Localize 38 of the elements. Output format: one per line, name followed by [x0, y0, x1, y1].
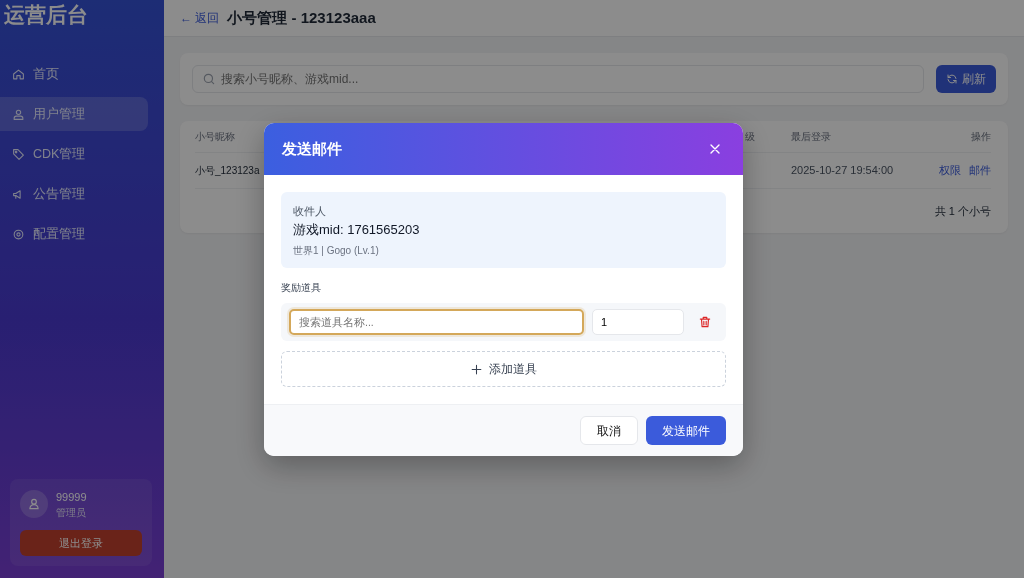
- item-name-field[interactable]: 搜索道具名称...: [289, 309, 584, 336]
- section-label: 奖励道具: [281, 281, 322, 296]
- dialog-title: 发送邮件: [282, 138, 342, 159]
- back-link[interactable]: ← 返回: [180, 9, 220, 27]
- user-name: 99999: [56, 489, 87, 505]
- sidebar-item[interactable]: 公告管理: [0, 177, 148, 212]
- logout-button[interactable]: 退出登录: [20, 530, 142, 556]
- recipient-label: 收件人: [293, 204, 327, 219]
- recipient-mid: 游戏mid: 1761565203: [293, 220, 421, 239]
- tag-icon: [12, 147, 25, 161]
- recipient-detail: 世界1 | Gogo (Lv.1): [293, 244, 380, 259]
- send-button[interactable]: 发送邮件: [646, 416, 726, 446]
- search-field[interactable]: 搜索小号昵称、游戏mid...: [192, 65, 924, 93]
- refresh-button[interactable]: 刷新: [936, 65, 996, 93]
- action-link[interactable]: 邮件: [969, 162, 991, 179]
- page-title: 小号管理 - 123123aaa: [227, 7, 376, 28]
- column-header: 操作: [970, 130, 991, 144]
- row-count: 共 1 个小号: [934, 203, 991, 219]
- sidebar-item[interactable]: CDK管理: [0, 137, 148, 172]
- add-item-button[interactable]: 添加道具: [281, 351, 726, 388]
- plus-icon: [470, 362, 483, 376]
- home-icon: [12, 67, 25, 81]
- refresh-icon: [946, 73, 958, 85]
- trash-icon: [698, 315, 712, 330]
- column-header: 最后登录: [791, 130, 832, 144]
- user-icon: [27, 497, 41, 512]
- column-header: 小号昵称: [195, 130, 236, 144]
- action-link[interactable]: 权限: [939, 162, 961, 179]
- app-title: 运营后台: [4, 2, 89, 28]
- column-header: 级: [745, 130, 756, 144]
- quantity-field[interactable]: 1: [592, 309, 684, 336]
- table-cell-text: 小号_123123a: [195, 164, 261, 178]
- user-role: 管理员: [56, 506, 87, 520]
- table-cell-text: 2025-10-27 19:54:00: [791, 163, 895, 179]
- sidebar-item[interactable]: 首页: [0, 57, 148, 92]
- cancel-button[interactable]: 取消: [580, 416, 638, 446]
- sidebar-item[interactable]: 配置管理: [0, 217, 148, 252]
- search-icon: [202, 72, 216, 86]
